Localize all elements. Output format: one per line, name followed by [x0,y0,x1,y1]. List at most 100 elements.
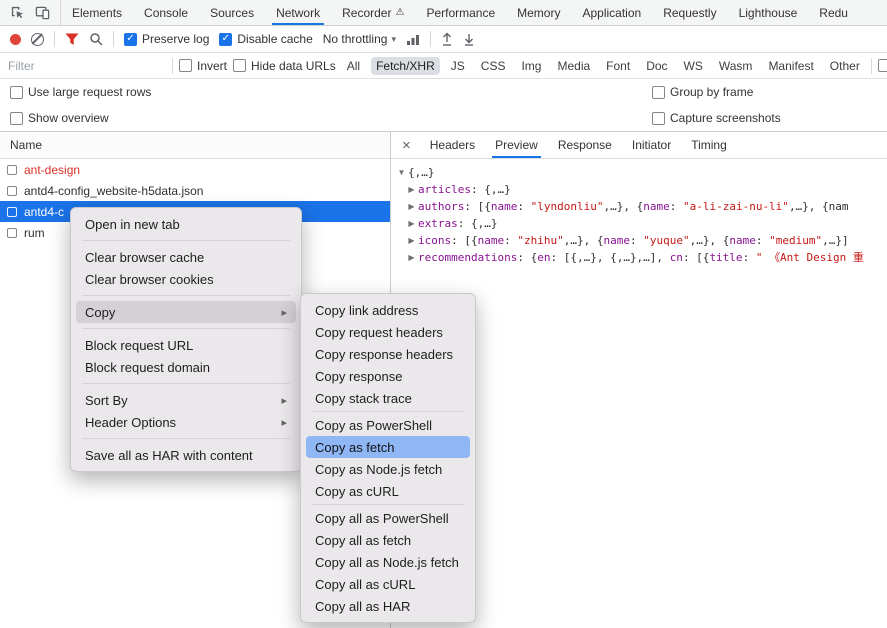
filter-type-css[interactable]: CSS [476,57,511,75]
import-har-icon[interactable] [441,32,453,46]
menu-item-copy-as-nodejs-fetch[interactable]: Copy as Node.js fetch [306,458,470,480]
record-button[interactable] [10,33,21,45]
tree-node-authors[interactable]: ▶ authors: [{name: "lyndonliu",…}, {name… [393,198,885,215]
menu-item-copy-stack-trace[interactable]: Copy stack trace [306,387,470,409]
tab-performance[interactable]: Performance [415,0,506,25]
name-column-header[interactable]: Name [0,132,390,159]
menu-item-save-all-as-har[interactable]: Save all as HAR with content [76,444,296,466]
filter-type-all[interactable]: All [342,57,365,75]
tab-headers[interactable]: Headers [420,132,485,158]
menu-item-copy-request-headers[interactable]: Copy request headers [306,321,470,343]
request-row[interactable]: ant-design [0,159,390,180]
tree-expanded-icon[interactable]: ▼ [395,164,408,181]
tree-collapsed-icon[interactable]: ▶ [405,181,418,198]
menu-item-clear-browser-cache[interactable]: Clear browser cache [76,246,296,268]
throttling-value: No throttling [322,32,388,46]
request-row[interactable]: antd4-config_website-h5data.json [0,180,390,201]
tab-application[interactable]: Application [571,0,652,25]
filter-type-other[interactable]: Other [825,57,865,75]
tree-collapsed-icon[interactable]: ▶ [405,249,418,266]
menu-item-copy-response[interactable]: Copy response [306,365,470,387]
filter-type-doc[interactable]: Doc [641,57,672,75]
close-details-icon[interactable]: × [393,132,420,158]
menu-item-copy-as-fetch[interactable]: Copy as fetch [306,436,470,458]
tree-collapsed-icon[interactable]: ▶ [405,215,418,232]
tree-node-extras[interactable]: ▶ extras: {,…} [393,215,885,232]
tab-sources[interactable]: Sources [199,0,265,25]
tab-lighthouse[interactable]: Lighthouse [728,0,809,25]
tab-redux[interactable]: Redu [808,0,859,25]
tree-collapsed-icon[interactable]: ▶ [405,232,418,249]
preserve-log-checkbox[interactable]: ✓ Preserve log [124,32,209,46]
filter-type-wasm[interactable]: Wasm [714,57,758,75]
devtools-window: { "colors": { "accent_blue": "#1a73e8", … [0,0,887,628]
has-blocked-cookies-checkbox[interactable]: Has block [877,59,887,73]
capture-screenshots-checkbox[interactable]: Capture screenshots [652,111,781,125]
export-har-icon[interactable] [463,32,475,46]
menu-item-copy[interactable]: Copy ▸ [76,301,296,323]
throttling-select[interactable]: No throttling ▾ [323,32,396,46]
filter-icon[interactable] [65,33,79,46]
row-checkbox[interactable] [7,227,17,238]
tab-elements[interactable]: Elements [61,0,133,25]
filter-input[interactable] [8,58,166,73]
clear-network-log-icon[interactable] [31,32,44,46]
menu-item-header-options[interactable]: Header Options ▸ [76,411,296,433]
filter-type-font[interactable]: Font [601,57,635,75]
menu-item-copy-all-as-curl[interactable]: Copy all as cURL [306,573,470,595]
filter-type-manifest[interactable]: Manifest [763,57,818,75]
filter-type-js[interactable]: JS [446,57,470,75]
hide-data-urls-checkbox[interactable]: Hide data URLs [233,59,336,73]
device-toolbar-icon[interactable] [35,5,50,20]
menu-item-copy-response-headers[interactable]: Copy response headers [306,343,470,365]
show-overview-checkbox[interactable]: Show overview [10,111,109,125]
row-checkbox[interactable] [7,206,17,217]
tab-preview[interactable]: Preview [485,132,548,158]
disable-cache-checkbox[interactable]: ✓ Disable cache [219,32,313,46]
menu-item-copy-all-as-fetch[interactable]: Copy all as fetch [306,529,470,551]
tree-node-recommendations[interactable]: ▶ recommendations: {en: [{,…}, {,…},…], … [393,249,885,266]
checkbox-unchecked [10,111,23,125]
row-checkbox[interactable] [7,164,17,175]
use-large-request-rows-checkbox[interactable]: Use large request rows [10,85,151,99]
inspect-element-icon[interactable] [10,5,25,20]
checkbox-label: Group by frame [670,85,754,99]
tab-response[interactable]: Response [548,132,622,158]
menu-item-copy-as-curl[interactable]: Copy as cURL [306,480,470,502]
tree-node-articles[interactable]: ▶ articles: {,…} [393,181,885,198]
toolbar-separator [113,31,114,47]
tab-requestly[interactable]: Requestly [652,0,727,25]
search-icon[interactable] [89,32,103,46]
filter-type-fetch-xhr[interactable]: Fetch/XHR [371,56,440,75]
tree-collapsed-icon[interactable]: ▶ [405,198,418,215]
menu-item-open-in-new-tab[interactable]: Open in new tab [76,213,296,235]
tab-network[interactable]: Network [265,0,331,25]
tab-console[interactable]: Console [133,0,199,25]
invert-checkbox[interactable]: Invert [179,59,227,73]
filter-type-media[interactable]: Media [552,57,595,75]
menu-item-copy-all-as-powershell[interactable]: Copy all as PowerShell [306,507,470,529]
tab-recorder[interactable]: Recorder ⚠ [331,0,415,25]
menu-item-copy-as-powershell[interactable]: Copy as PowerShell [306,414,470,436]
tree-node-icons[interactable]: ▶ icons: [{name: "zhihu",…}, {name: "yuq… [393,232,885,249]
network-conditions-icon[interactable] [406,33,420,45]
filter-type-ws[interactable]: WS [679,57,708,75]
menu-item-sort-by[interactable]: Sort By ▸ [76,389,296,411]
checkbox-checked: ✓ [124,32,137,46]
menu-item-copy-all-as-har[interactable]: Copy all as HAR [306,595,470,617]
menu-divider [82,240,290,241]
menu-item-copy-all-as-nodejs-fetch[interactable]: Copy all as Node.js fetch [306,551,470,573]
filter-type-img[interactable]: Img [516,57,546,75]
tab-memory[interactable]: Memory [506,0,571,25]
menu-divider [82,295,290,296]
tab-initiator[interactable]: Initiator [622,132,681,158]
group-by-frame-checkbox[interactable]: Group by frame [652,85,753,99]
tab-timing[interactable]: Timing [681,132,737,158]
menu-item-copy-link-address[interactable]: Copy link address [306,299,470,321]
menu-item-clear-browser-cookies[interactable]: Clear browser cookies [76,268,296,290]
tree-node-root[interactable]: ▼ {,…} [393,164,885,181]
menu-item-block-request-url[interactable]: Block request URL [76,334,296,356]
check-icon: ✓ [126,33,135,44]
row-checkbox[interactable] [7,185,17,196]
menu-item-block-request-domain[interactable]: Block request domain [76,356,296,378]
